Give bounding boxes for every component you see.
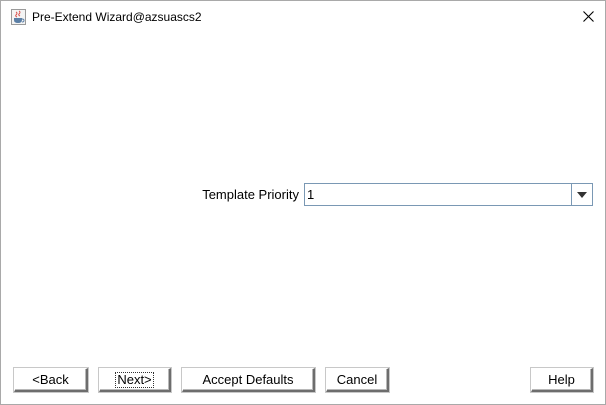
next-button[interactable]: Next> [99, 368, 171, 392]
template-priority-label: Template Priority [202, 187, 299, 202]
cancel-button[interactable]: Cancel [326, 368, 389, 392]
next-button-label: Next> [115, 371, 154, 388]
java-cup-icon [11, 9, 26, 25]
title-bar: Pre-Extend Wizard@azsuascs2 [1, 1, 605, 31]
chevron-down-icon[interactable] [571, 184, 592, 205]
accept-defaults-button-label: Accept Defaults [202, 372, 294, 387]
wizard-window: Pre-Extend Wizard@azsuascs2 Template Pri… [0, 0, 606, 405]
window-title: Pre-Extend Wizard@azsuascs2 [32, 10, 202, 24]
accept-defaults-button[interactable]: Accept Defaults [182, 368, 315, 392]
close-button[interactable] [571, 1, 605, 31]
template-priority-value[interactable]: 1 [307, 187, 314, 202]
back-button-label: <Back [32, 372, 69, 387]
close-icon [582, 10, 594, 22]
back-button[interactable]: <Back [14, 368, 88, 392]
cancel-button-label: Cancel [336, 372, 378, 387]
template-priority-dropdown[interactable]: 1 [304, 183, 593, 206]
help-button-label: Help [548, 372, 575, 387]
help-button[interactable]: Help [531, 368, 593, 392]
